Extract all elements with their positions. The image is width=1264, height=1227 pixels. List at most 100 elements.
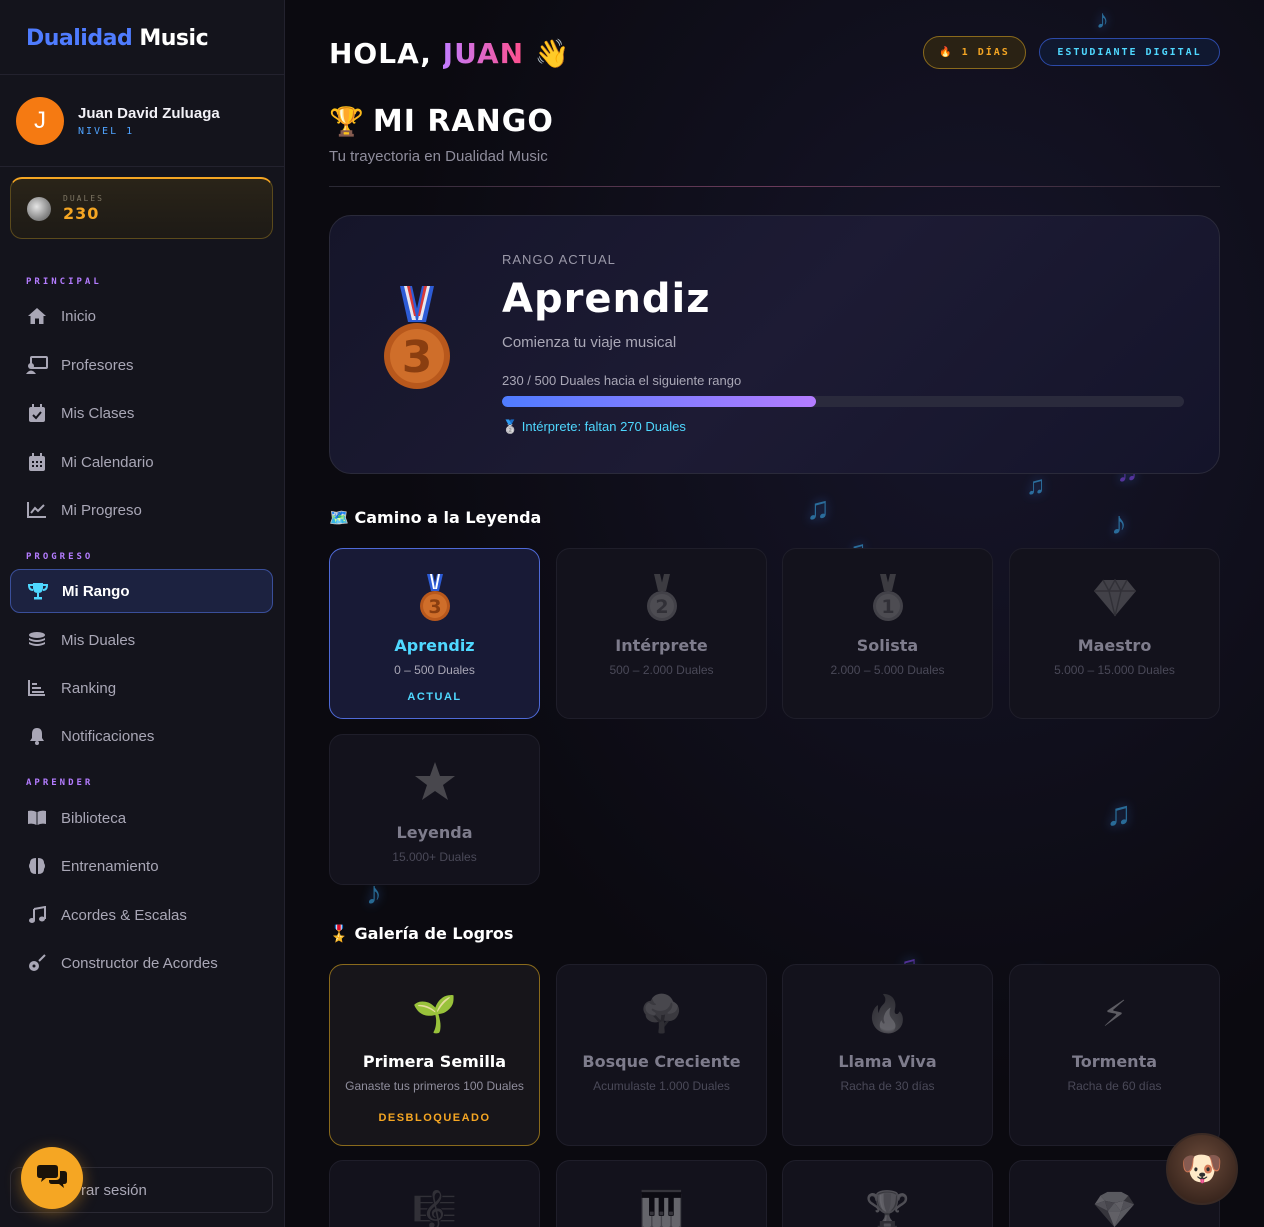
diamond-icon (1010, 573, 1219, 623)
sidebar: Dualidad Music J Juan David Zuluaga NIVE… (0, 0, 285, 1227)
lightning-icon: ⚡ (1101, 993, 1128, 1034)
book-icon (26, 807, 48, 829)
duales-value: 230 (63, 204, 100, 223)
ranking-icon (26, 677, 48, 699)
achievement-tormenta[interactable]: ⚡ Tormenta Racha de 60 días (1009, 964, 1220, 1146)
trophy-icon: 🏆 (329, 105, 365, 138)
sidebar-item-label: Notificaciones (61, 727, 155, 745)
svg-text:3: 3 (428, 596, 441, 618)
rank-tile-name: Solista (856, 636, 919, 655)
section-principal: PRINCIPAL (26, 277, 102, 287)
rank-name: Aprendiz (502, 276, 711, 322)
bronze-medal-icon: 3 (382, 286, 452, 397)
sidebar-item-mi-progreso[interactable]: Mi Progreso (10, 488, 273, 532)
rank-progress-text: 230 / 500 Duales hacia el siguiente rang… (502, 373, 742, 388)
brand-part-1: Dualidad (26, 26, 133, 51)
main-content: ♪ ♪ ♫ ♫ ♫ ♫ ♪ ♪ ♫ ♪ ♫ ♪ ♫ ♫ ♫ HOLA, JUAN… (286, 0, 1264, 1227)
rank-tile-leyenda[interactable]: Leyenda 15.000+ Duales (329, 734, 540, 885)
rank-tile-range: 2.000 – 5.000 Duales (830, 663, 945, 677)
divider (329, 186, 1220, 187)
music-note-icon: ♪ (1096, 4, 1109, 34)
svg-text:2: 2 (655, 596, 668, 618)
achievement-status: DESBLOQUEADO (378, 1112, 491, 1124)
rank-progress-fill (502, 396, 816, 407)
bronze-medal-icon: 3 (330, 573, 539, 623)
achievement-tile[interactable]: 🎼 (329, 1160, 540, 1227)
calendar-check-icon (26, 402, 48, 424)
sidebar-item-notificaciones[interactable]: Notificaciones (10, 714, 273, 758)
sidebar-item-profesores[interactable]: Profesores (10, 343, 273, 387)
calendar-icon (26, 451, 48, 473)
achievement-tile[interactable]: 🏆 (782, 1160, 993, 1227)
sidebar-item-mi-calendario[interactable]: Mi Calendario (10, 440, 273, 484)
sidebar-item-constructor-acordes[interactable]: Constructor de Acordes (10, 941, 273, 985)
sidebar-item-entrenamiento[interactable]: Entrenamiento (10, 844, 273, 888)
user-name: Juan David Zuluaga (78, 104, 220, 122)
sidebar-item-label: Acordes & Escalas (61, 906, 187, 924)
page-title-text: MI RANGO (372, 104, 554, 139)
sidebar-item-mis-duales[interactable]: Mis Duales (10, 618, 273, 662)
section-aprender: APRENDER (26, 778, 94, 788)
rank-tile-range: 500 – 2.000 Duales (609, 663, 714, 677)
music-assistant-avatar[interactable]: 🐶 (1166, 1133, 1238, 1205)
achievement-description: Racha de 60 días (1067, 1079, 1162, 1093)
music-note-icon: ♫ (1026, 470, 1046, 500)
greeting-heading: HOLA, JUAN 👋 (329, 37, 571, 70)
rank-tile-interprete[interactable]: 2 Intérprete 500 – 2.000 Duales (556, 548, 767, 719)
greeting-text: HOLA, (329, 37, 432, 70)
page-subtitle: Tu trayectoria en Dualidad Music (329, 148, 548, 165)
guitar-icon (26, 952, 48, 974)
achievement-bosque-creciente[interactable]: 🌳 Bosque Creciente Acumulaste 1.000 Dual… (556, 964, 767, 1146)
dog-piano-icon: 🐶 (1180, 1150, 1224, 1188)
silver-medal-icon: 2 (557, 573, 766, 623)
music-note-icon: ♪ (1111, 505, 1127, 541)
user-profile[interactable]: J Juan David Zuluaga NIVEL 1 (0, 75, 284, 167)
rank-tile-name: Maestro (1077, 636, 1152, 655)
sidebar-item-acordes-escalas[interactable]: Acordes & Escalas (10, 893, 273, 937)
rank-tile-aprendiz[interactable]: 3 Aprendiz 0 – 500 Duales ACTUAL (329, 548, 540, 719)
rank-tile-solista[interactable]: 1 Solista 2.000 – 5.000 Duales (782, 548, 993, 719)
duales-balance-card[interactable]: DUALES 230 (10, 177, 273, 239)
achievement-name: Bosque Creciente (582, 1052, 741, 1071)
sidebar-item-label: Inicio (61, 307, 97, 325)
coins-icon (26, 629, 48, 651)
sidebar-item-label: Entrenamiento (61, 857, 159, 875)
sidebar-item-label: Mis Duales (61, 631, 136, 649)
seedling-icon: 🌱 (412, 993, 457, 1034)
trophy-icon: 🏆 (865, 1189, 910, 1227)
achievement-tile[interactable]: 🎹 (556, 1160, 767, 1227)
streak-badge[interactable]: 🔥 1 DÍAS (923, 36, 1026, 69)
rank-tile-name: Intérprete (615, 636, 708, 655)
sidebar-item-ranking[interactable]: Ranking (10, 666, 273, 710)
role-badge[interactable]: ESTUDIANTE DIGITAL (1039, 38, 1220, 66)
teacher-icon (26, 354, 48, 376)
avatar: J (16, 96, 64, 145)
sidebar-item-mis-clases[interactable]: Mis Clases (10, 391, 273, 435)
section-progreso: PROGRESO (26, 552, 94, 562)
sidebar-item-mi-rango[interactable]: Mi Rango (10, 569, 273, 613)
rank-tile-name: Leyenda (396, 823, 473, 842)
rank-tile-maestro[interactable]: Maestro 5.000 – 15.000 Duales (1009, 548, 1220, 719)
page-title: 🏆 MI RANGO (329, 104, 554, 139)
achievement-name: Primera Semilla (362, 1052, 507, 1071)
chat-button[interactable] (21, 1147, 83, 1209)
rank-tile-range: 5.000 – 15.000 Duales (1054, 663, 1175, 677)
chart-line-icon (26, 499, 48, 521)
achievement-primera-semilla[interactable]: 🌱 Primera Semilla Ganaste tus primeros 1… (329, 964, 540, 1146)
fire-icon: 🔥 (865, 993, 910, 1034)
star-icon (330, 757, 539, 807)
sidebar-item-inicio[interactable]: Inicio (10, 294, 273, 338)
achievement-name: Llama Viva (838, 1052, 937, 1071)
moon-coin-icon (27, 196, 51, 221)
sidebar-item-label: Mi Rango (62, 582, 130, 600)
brand-logo[interactable]: Dualidad Music (0, 0, 284, 75)
achievement-description: Ganaste tus primeros 100 Duales (345, 1079, 524, 1093)
brain-icon (26, 855, 48, 877)
bell-icon (26, 725, 48, 747)
sidebar-item-biblioteca[interactable]: Biblioteca (10, 796, 273, 840)
sidebar-item-label: Biblioteca (61, 809, 127, 827)
achievement-llama-viva[interactable]: 🔥 Llama Viva Racha de 30 días (782, 964, 993, 1146)
home-icon (26, 305, 48, 327)
rank-description: Comienza tu viaje musical (502, 334, 677, 351)
trophy-icon (27, 580, 49, 602)
